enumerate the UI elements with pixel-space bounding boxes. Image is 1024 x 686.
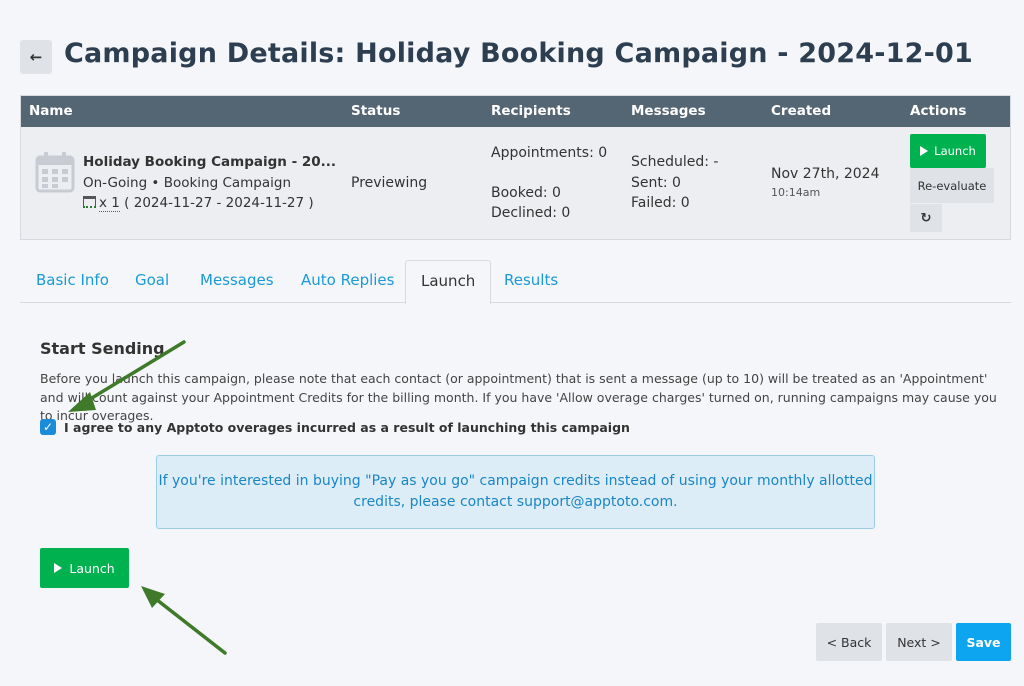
calendar-icon xyxy=(35,152,75,193)
dates-count: x 1 xyxy=(99,195,120,212)
campaign-dates[interactable]: x 1 ( 2024-11-27 - 2024-11-27 ) xyxy=(83,195,314,212)
tab-launch[interactable]: Launch xyxy=(405,260,492,304)
messages-sent: Sent: 0 xyxy=(631,175,681,191)
column-header-actions: Actions xyxy=(910,103,967,119)
refresh-button[interactable]: ↻ xyxy=(910,204,942,232)
reevaluate-button[interactable]: Re-evaluate xyxy=(910,168,994,203)
column-header-messages: Messages xyxy=(631,103,706,119)
back-button[interactable]: ← xyxy=(20,40,52,74)
tab-basic-info[interactable]: Basic Info xyxy=(36,271,109,289)
tab-results[interactable]: Results xyxy=(504,271,558,289)
tab-goal[interactable]: Goal xyxy=(135,271,169,289)
play-icon xyxy=(54,563,63,573)
checkmark-icon: ✓ xyxy=(42,420,54,434)
column-header-recipients: Recipients xyxy=(491,103,571,119)
save-button[interactable]: Save xyxy=(956,623,1011,661)
launch-button-label: Launch xyxy=(69,560,115,576)
page-title: Campaign Details: Holiday Booking Campai… xyxy=(64,38,973,69)
launch-button[interactable]: Launch xyxy=(40,548,129,588)
calendar-small-icon xyxy=(83,196,96,208)
recipients-booked: Booked: 0 xyxy=(491,185,561,201)
agree-checkbox[interactable]: ✓ xyxy=(40,419,56,435)
column-header-name: Name xyxy=(29,103,73,119)
table-header: Name Status Recipients Messages Created … xyxy=(21,96,1010,127)
tab-bar: Basic Info Goal Messages Auto Replies La… xyxy=(20,260,1011,304)
annotation-arrowhead-launch xyxy=(141,586,165,608)
campaign-table: Name Status Recipients Messages Created … xyxy=(20,95,1011,240)
annotation-arrow-launch xyxy=(150,594,227,655)
refresh-icon: ↻ xyxy=(920,210,932,226)
created-time: 10:14am xyxy=(771,186,821,199)
row-launch-label: Launch xyxy=(934,144,976,158)
launch-note: Before you launch this campaign, please … xyxy=(40,371,997,423)
column-header-status: Status xyxy=(351,103,401,119)
created-date: Nov 27th, 2024 xyxy=(771,166,880,182)
credits-info-box: If you're interested in buying "Pay as y… xyxy=(156,455,875,529)
back-step-button[interactable]: < Back xyxy=(816,623,882,661)
next-step-button[interactable]: Next > xyxy=(886,623,952,661)
dates-range: ( 2024-11-27 - 2024-11-27 ) xyxy=(124,195,314,211)
campaign-type: On-Going • Booking Campaign xyxy=(83,175,292,191)
table-row: Holiday Booking Campaign - 20... On-Goin… xyxy=(21,127,1010,239)
campaign-status: Previewing xyxy=(351,175,428,191)
tab-messages[interactable]: Messages xyxy=(200,271,274,289)
tab-auto-replies[interactable]: Auto Replies xyxy=(301,271,394,289)
play-icon xyxy=(920,146,929,156)
recipients-declined: Declined: 0 xyxy=(491,205,571,221)
recipients-appointments: Appointments: 0 xyxy=(491,145,608,161)
section-title: Start Sending xyxy=(40,339,165,358)
arrow-left-icon: ← xyxy=(29,48,43,66)
agree-row[interactable]: ✓ I agree to any Apptoto overages incurr… xyxy=(40,419,630,435)
column-header-created: Created xyxy=(771,103,832,119)
messages-failed: Failed: 0 xyxy=(631,195,690,211)
row-launch-button[interactable]: Launch xyxy=(910,134,986,168)
agree-label: I agree to any Apptoto overages incurred… xyxy=(64,419,630,435)
campaign-name: Holiday Booking Campaign - 20... xyxy=(83,154,337,170)
messages-scheduled: Scheduled: - xyxy=(631,154,719,170)
